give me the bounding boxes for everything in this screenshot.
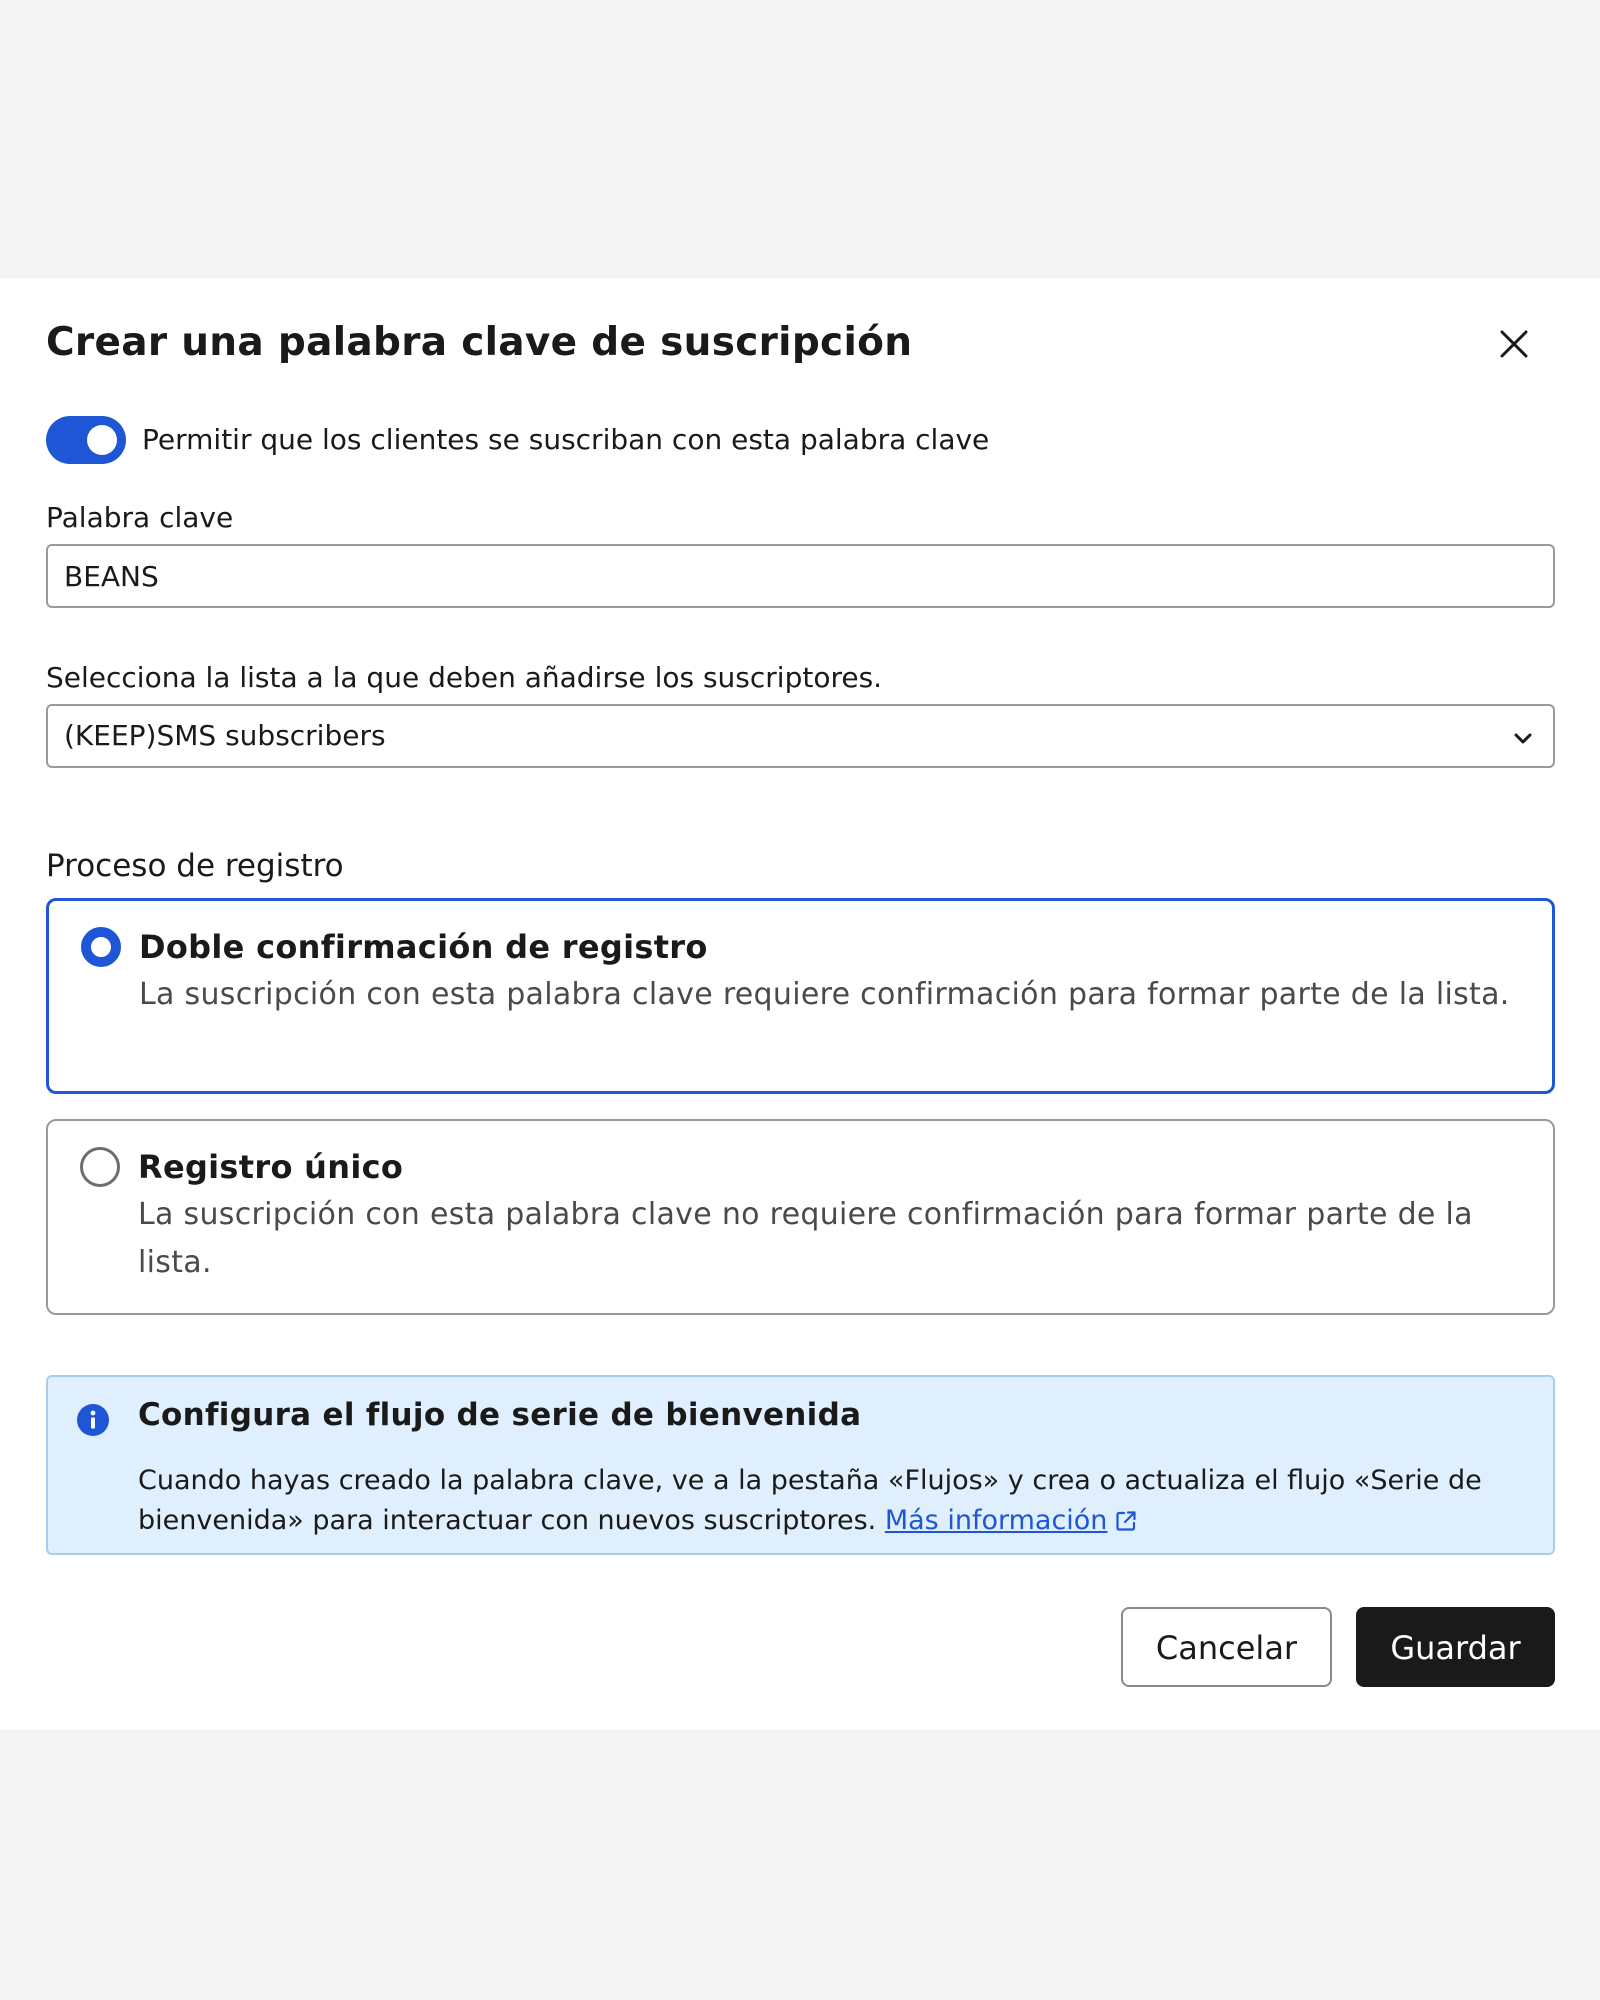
learn-more-link[interactable]: Más información — [885, 1505, 1108, 1536]
save-button[interactable]: Guardar — [1356, 1607, 1555, 1687]
chevron-down-icon — [1514, 733, 1532, 744]
option-double-opt-in[interactable]: Doble confirmación de registro La suscri… — [46, 898, 1555, 1094]
close-icon — [1500, 330, 1528, 358]
info-body: Cuando hayas creado la palabra clave, ve… — [138, 1461, 1538, 1541]
list-select-value: (KEEP)SMS subscribers — [64, 719, 386, 752]
keyword-label: Palabra clave — [46, 501, 234, 534]
info-body-text: Cuando hayas creado la palabra clave, ve… — [138, 1465, 1482, 1536]
signup-process-label: Proceso de registro — [46, 848, 344, 884]
radio-double-opt-in[interactable] — [81, 927, 121, 967]
cancel-button[interactable]: Cancelar — [1121, 1607, 1332, 1687]
option-description: La suscripción con esta palabra clave no… — [138, 1197, 1473, 1280]
option-single-opt-in[interactable]: Registro único La suscripción con esta p… — [46, 1119, 1555, 1315]
radio-single-opt-in[interactable] — [80, 1147, 120, 1187]
close-button[interactable] — [1492, 322, 1536, 366]
list-label: Selecciona la lista a la que deben añadi… — [46, 661, 883, 694]
option-title: Registro único — [138, 1148, 404, 1186]
modal-title: Crear una palabra clave de suscripción — [46, 320, 913, 365]
list-select[interactable]: (KEEP)SMS subscribers — [46, 704, 1555, 768]
subscribe-toggle-label: Permitir que los clientes se suscriban c… — [142, 423, 990, 456]
keyword-input[interactable] — [46, 544, 1555, 608]
toggle-knob — [87, 425, 117, 455]
info-title: Configura el flujo de serie de bienvenid… — [138, 1397, 862, 1433]
info-icon — [77, 1404, 109, 1436]
subscribe-toggle[interactable] — [46, 416, 126, 464]
external-link-icon — [1116, 1511, 1137, 1531]
option-title: Doble confirmación de registro — [139, 928, 708, 966]
option-description: La suscripción con esta palabra clave re… — [139, 977, 1510, 1012]
info-banner: Configura el flujo de serie de bienvenid… — [46, 1375, 1555, 1555]
